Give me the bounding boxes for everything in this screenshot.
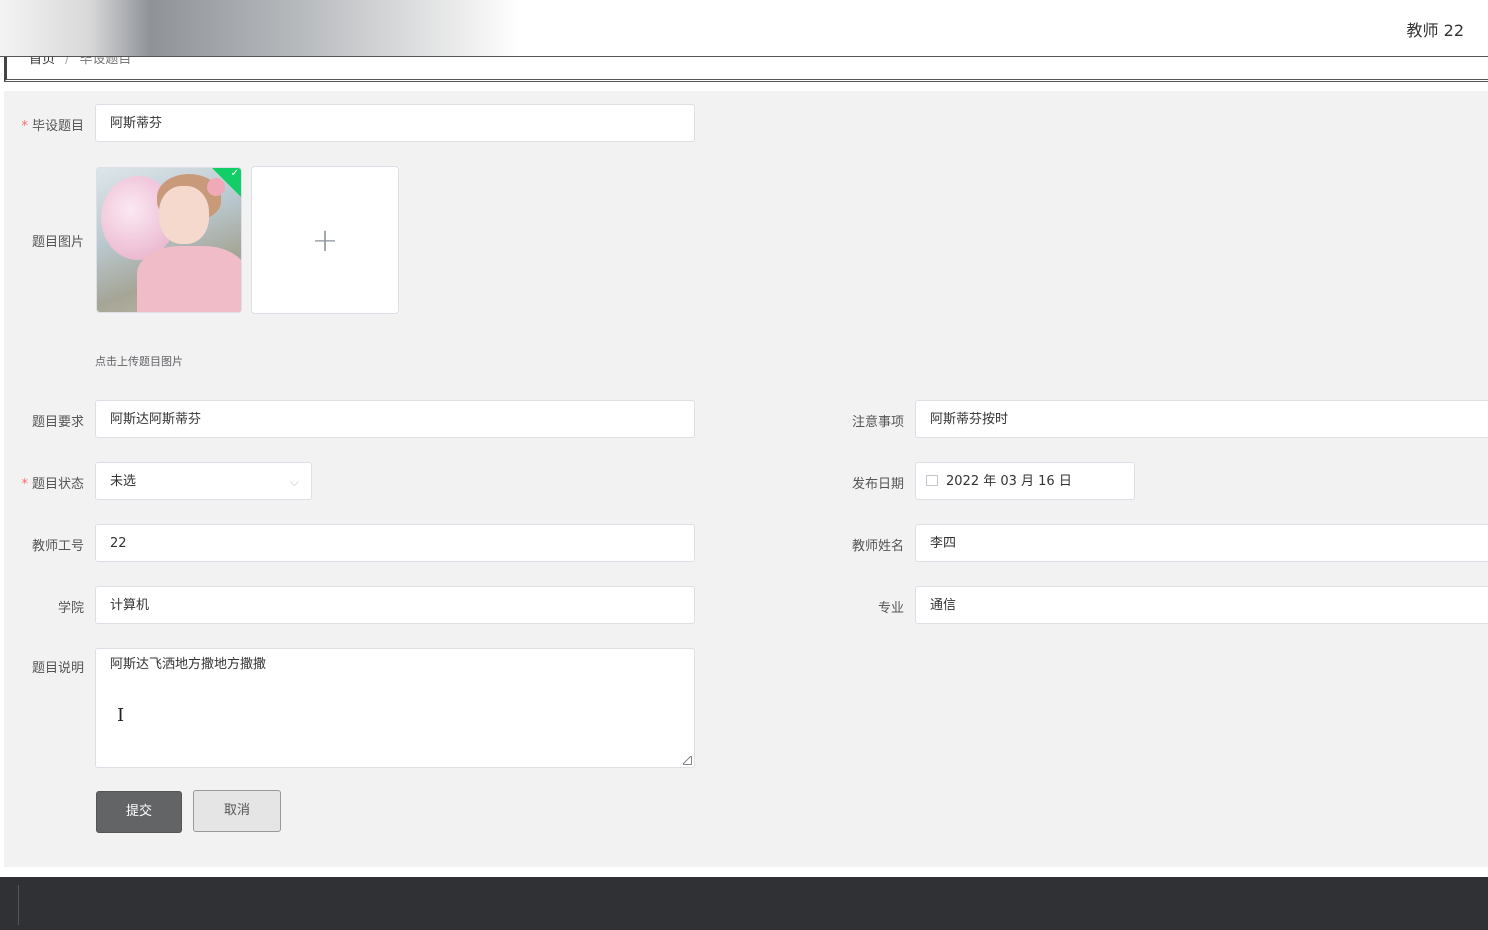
status-select[interactable]: 未选 ⌵ bbox=[95, 462, 312, 500]
taskbar-divider bbox=[18, 885, 19, 925]
status-value: 未选 bbox=[110, 474, 137, 489]
required-mark: * bbox=[21, 119, 28, 134]
publish-date-value: 2022 年 03 月 16 日 bbox=[946, 474, 1072, 489]
major-input[interactable]: 通信 bbox=[915, 586, 1488, 624]
description-label: 题目说明 bbox=[31, 661, 84, 676]
major-label: 专业 bbox=[877, 601, 904, 616]
chevron-down-icon: ⌵ bbox=[289, 475, 299, 489]
face-shape bbox=[159, 186, 209, 244]
topic-form: * 毕设题目 阿斯蒂芬 题目图片 ✓ + 点击上传题目图片 题目要求 阿斯达阿斯蒂… bbox=[4, 91, 1488, 867]
flower-shape bbox=[207, 178, 225, 196]
submit-button[interactable]: 提交 bbox=[96, 791, 182, 833]
body-shape bbox=[137, 246, 241, 312]
uploaded-image-thumbnail[interactable]: ✓ bbox=[96, 167, 242, 313]
current-user[interactable]: 教师 22 bbox=[1407, 17, 1464, 41]
breadcrumb-separator: / bbox=[65, 57, 70, 67]
resize-handle-icon[interactable] bbox=[683, 756, 692, 765]
text-cursor-icon: I bbox=[117, 705, 125, 726]
top-header: 教师 22 bbox=[0, 0, 1488, 57]
notes-input[interactable]: 阿斯蒂芬按时 bbox=[915, 400, 1488, 438]
check-icon: ✓ bbox=[230, 168, 239, 179]
teacher-name-input[interactable]: 李四 bbox=[915, 524, 1488, 562]
topic-input[interactable]: 阿斯蒂芬 bbox=[95, 104, 695, 142]
cancel-button[interactable]: 取消 bbox=[193, 790, 281, 832]
breadcrumb-current: 毕设题目 bbox=[79, 57, 132, 67]
breadcrumb: 首页 / 毕设题目 bbox=[4, 57, 1488, 82]
upload-tip: 点击上传题目图片 bbox=[95, 355, 183, 368]
calendar-icon bbox=[926, 475, 938, 486]
requirement-label: 题目要求 bbox=[31, 415, 84, 430]
requirement-input[interactable]: 阿斯达阿斯蒂芬 bbox=[95, 400, 695, 438]
college-label: 学院 bbox=[57, 601, 84, 616]
teacher-id-label: 教师工号 bbox=[31, 539, 84, 554]
description-textarea[interactable]: 阿斯达飞洒地方撒地方撒撒 bbox=[95, 648, 695, 768]
topic-label: * 毕设题目 bbox=[21, 119, 84, 134]
notes-label: 注意事项 bbox=[851, 415, 904, 430]
breadcrumb-home[interactable]: 首页 bbox=[29, 57, 55, 67]
publish-date-picker[interactable]: 2022 年 03 月 16 日 bbox=[915, 462, 1135, 500]
status-label: * 题目状态 bbox=[21, 477, 84, 492]
image-label: 题目图片 bbox=[31, 235, 84, 250]
publish-date-label: 发布日期 bbox=[851, 477, 904, 492]
description-value: 阿斯达飞洒地方撒地方撒撒 bbox=[110, 657, 267, 672]
teacher-name-label: 教师姓名 bbox=[851, 539, 904, 554]
college-input[interactable]: 计算机 bbox=[95, 586, 695, 624]
taskbar bbox=[0, 877, 1488, 930]
image-upload-button[interactable]: + bbox=[251, 166, 399, 314]
teacher-id-input[interactable]: 22 bbox=[95, 524, 695, 562]
